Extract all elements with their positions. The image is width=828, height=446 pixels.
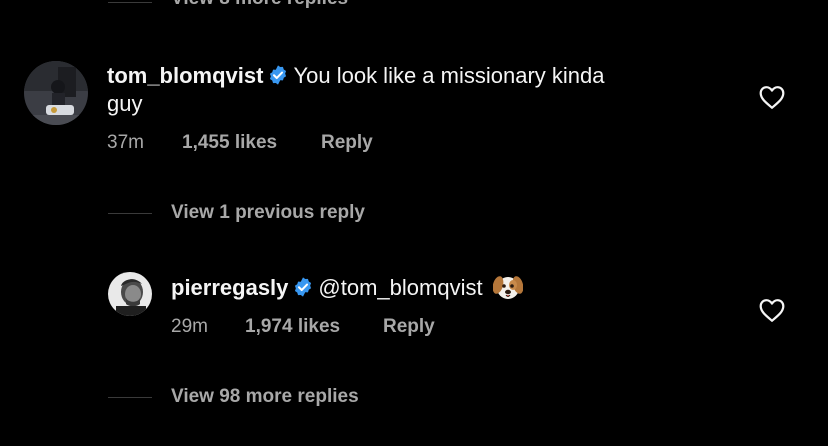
reply-button[interactable]: Reply (383, 316, 435, 338)
view-previous-reply-link[interactable]: View 1 previous reply (171, 202, 365, 224)
reply-meta: 29m 1,974 likes Reply (171, 316, 435, 338)
like-heart-icon[interactable] (758, 84, 786, 110)
comment-meta: 37m 1,455 likes Reply (107, 132, 373, 154)
avatar[interactable] (24, 61, 88, 125)
comment-body: tom_blomqvist You look like a missionary… (107, 62, 605, 93)
reply-time: 29m (171, 316, 208, 337)
thread-line (108, 397, 152, 398)
avatar-image (24, 61, 88, 125)
comment-likes[interactable]: 1,455 likes (182, 132, 277, 154)
comment-text-line2: guy (107, 91, 143, 116)
thread-line (108, 2, 152, 3)
comment-username[interactable]: tom_blomqvist (107, 63, 263, 88)
reply-likes[interactable]: 1,974 likes (245, 316, 340, 338)
view-more-replies-link[interactable]: View 98 more replies (171, 386, 359, 408)
comment-time: 37m (107, 132, 144, 153)
like-heart-icon[interactable] (758, 297, 786, 323)
view-more-replies-link[interactable]: View 8 more replies (171, 0, 348, 10)
verified-badge-icon (295, 277, 312, 297)
avatar[interactable] (108, 272, 152, 316)
reply-body: pierregasly @tom_blomqvist 🐶 (171, 273, 524, 305)
reply-button[interactable]: Reply (321, 132, 373, 154)
comment-text-line1: You look like a missionary kinda (293, 63, 605, 88)
dog-face-icon (492, 276, 524, 299)
verified-badge-icon (270, 65, 287, 85)
reply-mention[interactable]: @tom_blomqvist (318, 275, 482, 300)
avatar-image (108, 272, 152, 316)
thread-line (108, 213, 152, 214)
reply-username[interactable]: pierregasly (171, 275, 288, 300)
